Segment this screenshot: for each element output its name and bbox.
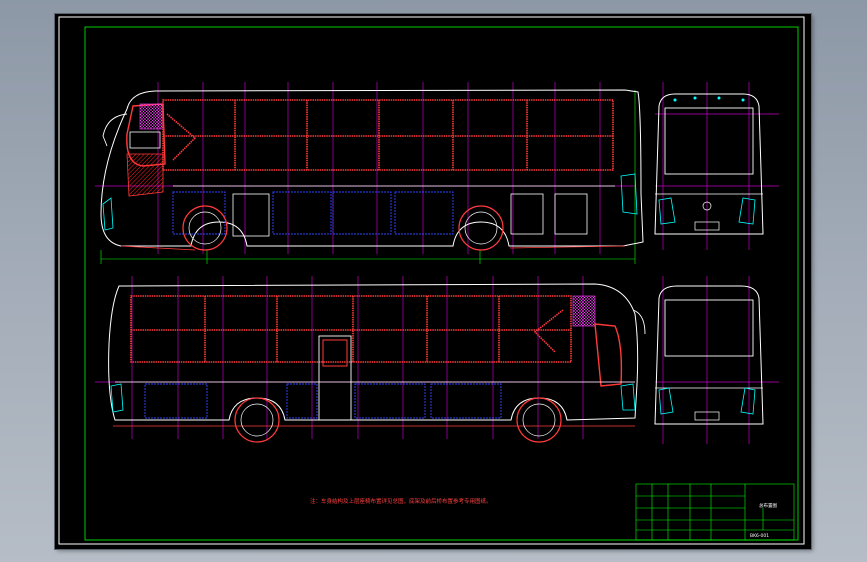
side-view-right (95, 276, 646, 443)
drawing-number: BK6-001 (750, 534, 770, 539)
inner-border (84, 26, 799, 541)
rear-view (654, 276, 779, 444)
title-block (635, 483, 795, 541)
technical-note: 注：车身结构及上层座椅布置详见总图，底架及前后桥布置参考专用图纸。 (310, 499, 492, 505)
bus-drawing (58, 16, 805, 545)
drawing-name: 总布置图 (759, 504, 777, 509)
outer-frame (58, 16, 805, 545)
side-view-left (95, 82, 644, 264)
front-view (654, 82, 779, 250)
cad-viewport[interactable]: 注：车身结构及上层座椅布置详见总图，底架及前后桥布置参考专用图纸。 总布置图 B… (55, 14, 811, 549)
